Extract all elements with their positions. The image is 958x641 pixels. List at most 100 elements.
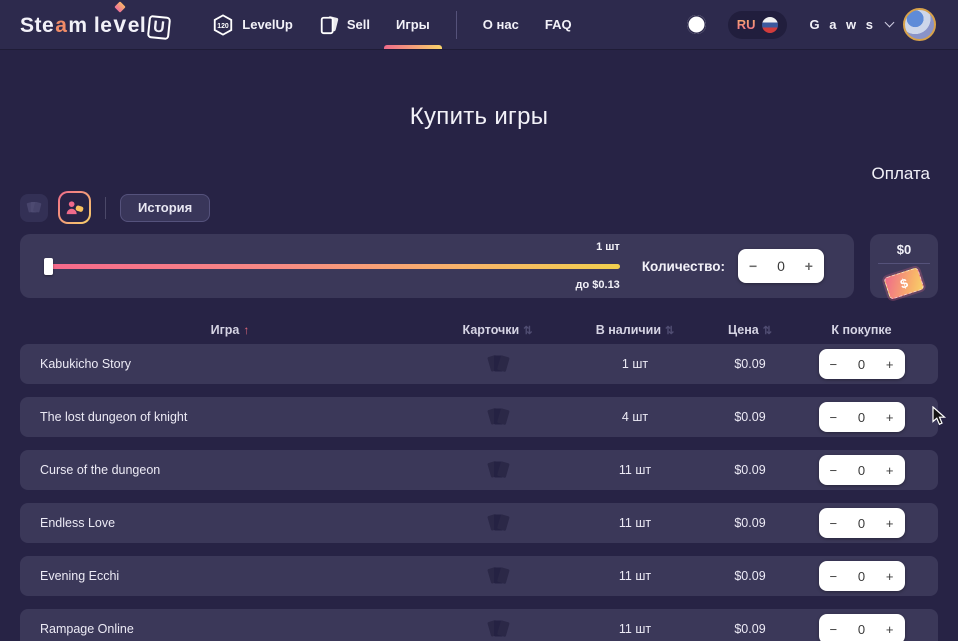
logo-text: Ste <box>20 14 54 38</box>
russian-flag-icon <box>762 17 778 33</box>
stock-value: 1 шт <box>555 357 715 371</box>
nav-label: Sell <box>347 17 370 32</box>
quantity-slider-panel: 1 шт до $0.13 Количество: − 0 + <box>20 234 854 298</box>
logo-text: el <box>128 14 147 38</box>
main-content: Купить игры Оплата История 1 шт <box>0 103 958 641</box>
plus-button[interactable]: + <box>886 569 894 584</box>
table-row: Evening Ecchi 11 шт $0.09 − 0 + <box>20 556 938 596</box>
minus-button[interactable]: − <box>749 258 757 274</box>
badge-120-icon: 120 <box>212 14 234 36</box>
cards-stack-icon <box>485 565 511 587</box>
slider-track[interactable] <box>47 264 620 269</box>
price-value: $0.09 <box>715 569 785 583</box>
buy-cell: − 0 + <box>785 349 938 379</box>
cards-stack-icon <box>485 618 511 640</box>
cards-stack-icon <box>485 512 511 534</box>
history-button[interactable]: История <box>120 194 210 222</box>
theme-toggle-icon[interactable] <box>687 15 706 34</box>
quantity-value[interactable]: 0 <box>858 516 865 531</box>
language-code: RU <box>737 17 756 32</box>
games-table-body: Kabukicho Story 1 шт $0.09 − 0 + The los… <box>20 344 938 641</box>
price-value: $0.09 <box>715 516 785 530</box>
payment-summary-box: $0 $ <box>870 234 938 298</box>
minus-button[interactable]: − <box>830 463 838 478</box>
game-name: Curse of the dungeon <box>20 463 440 477</box>
column-header-game[interactable]: Игра↑ <box>20 323 440 337</box>
slider-price-label: до $0.13 <box>576 279 620 291</box>
column-header-buy: К покупке <box>785 323 938 337</box>
plus-button[interactable]: + <box>886 357 894 372</box>
nav-item-games[interactable]: Игры <box>396 0 430 49</box>
column-header-stock[interactable]: В наличии⇅ <box>555 323 715 337</box>
sort-asc-icon[interactable]: ↑ <box>243 323 249 337</box>
minus-button[interactable]: − <box>830 410 838 425</box>
cards-icon <box>25 200 43 216</box>
site-logo[interactable]: Steam levelU <box>20 11 170 39</box>
payment-divider <box>878 263 930 264</box>
games-view-button[interactable] <box>58 191 91 224</box>
quantity-value[interactable]: 0 <box>858 622 865 637</box>
nav-item-sell[interactable]: Sell <box>319 0 370 49</box>
sell-cards-icon <box>319 14 339 36</box>
game-name: Endless Love <box>20 516 440 530</box>
total-amount: $0 <box>897 242 911 257</box>
svg-text:120: 120 <box>218 23 230 30</box>
nav-item-about[interactable]: О нас <box>483 0 519 49</box>
game-cards-cell <box>440 353 555 375</box>
pay-ticket-icon[interactable]: $ <box>883 267 924 300</box>
stock-value: 11 шт <box>555 569 715 583</box>
quantity-value[interactable]: 0 <box>777 258 785 274</box>
plus-button[interactable]: + <box>886 410 894 425</box>
top-right-controls: RU G a w s <box>687 8 936 41</box>
sort-icon[interactable]: ⇅ <box>523 325 532 337</box>
plus-button[interactable]: + <box>886 622 894 637</box>
logo-u-badge-icon: U <box>147 14 171 39</box>
game-cards-cell <box>440 512 555 534</box>
plus-button[interactable]: + <box>886 516 894 531</box>
price-value: $0.09 <box>715 357 785 371</box>
price-value: $0.09 <box>715 463 785 477</box>
avatar[interactable] <box>903 8 936 41</box>
quantity-value[interactable]: 0 <box>858 463 865 478</box>
cards-stack-icon <box>485 406 511 428</box>
game-name: Evening Ecchi <box>20 569 440 583</box>
language-selector[interactable]: RU <box>728 11 788 39</box>
stock-value: 11 шт <box>555 463 715 477</box>
nav-item-levelup[interactable]: 120 LevelUp <box>212 0 293 49</box>
plus-button[interactable]: + <box>886 463 894 478</box>
nav-item-faq[interactable]: FAQ <box>545 0 572 49</box>
plus-button[interactable]: + <box>805 258 813 274</box>
price-value: $0.09 <box>715 622 785 636</box>
table-row: Kabukicho Story 1 шт $0.09 − 0 + <box>20 344 938 384</box>
cards-view-button[interactable] <box>20 194 48 222</box>
minus-button[interactable]: − <box>830 516 838 531</box>
minus-button[interactable]: − <box>830 622 838 637</box>
minus-button[interactable]: − <box>830 569 838 584</box>
game-name: The lost dungeon of knight <box>20 410 440 424</box>
buy-cell: − 0 + <box>785 455 938 485</box>
main-nav: 120 LevelUp Sell Игры О нас FAQ <box>212 0 571 49</box>
sort-icon[interactable]: ⇅ <box>763 325 772 337</box>
quantity-value[interactable]: 0 <box>858 569 865 584</box>
nav-label: О нас <box>483 17 519 32</box>
sort-icon[interactable]: ⇅ <box>665 325 674 337</box>
quantity-value[interactable]: 0 <box>858 410 865 425</box>
buy-cell: − 0 + <box>785 402 938 432</box>
column-header-price[interactable]: Цена⇅ <box>715 323 785 337</box>
column-header-cards[interactable]: Карточки⇅ <box>440 323 555 337</box>
user-menu[interactable]: G a w s <box>809 8 936 41</box>
slider: 1 шт до $0.13 <box>47 234 620 298</box>
game-name: Rampage Online <box>20 622 440 636</box>
buy-cell: − 0 + <box>785 614 938 641</box>
game-cards-cell <box>440 459 555 481</box>
table-row: The lost dungeon of knight 4 шт $0.09 − … <box>20 397 938 437</box>
row-quantity-stepper: − 0 + <box>819 508 905 538</box>
nav-divider <box>456 11 457 39</box>
row-quantity-stepper: − 0 + <box>819 614 905 641</box>
game-cards-cell <box>440 406 555 428</box>
page-title: Купить игры <box>20 103 938 131</box>
quantity-value[interactable]: 0 <box>858 357 865 372</box>
minus-button[interactable]: − <box>830 357 838 372</box>
slider-handle[interactable] <box>44 258 53 275</box>
nav-label: Игры <box>396 17 430 32</box>
